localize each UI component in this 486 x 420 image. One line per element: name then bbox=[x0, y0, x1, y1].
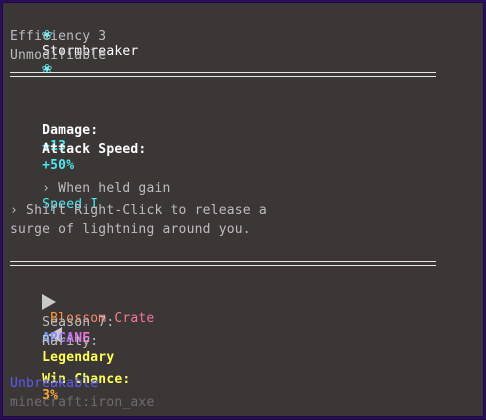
attack-speed-label: Attack Speed: bbox=[42, 142, 147, 157]
item-tooltip: ❀ Stormbreaker ❀ Efficiency 3 Unmodifiab… bbox=[0, 0, 486, 419]
shift-ability-line-1: › Shift Right-Click to release a bbox=[10, 203, 267, 218]
unbreakable-line: Unbreakable bbox=[10, 376, 99, 391]
separator bbox=[10, 265, 436, 266]
shift-ability-line-2: surge of lightning around you. bbox=[10, 222, 251, 237]
separator bbox=[10, 72, 436, 73]
separator bbox=[10, 76, 436, 77]
held-ability-text: › When held gain bbox=[42, 181, 171, 196]
item-id-line: minecraft:iron_axe bbox=[10, 395, 155, 410]
rarity-label: Rarity: bbox=[42, 334, 99, 349]
held-ability-row: › When held gain Speed I bbox=[10, 165, 171, 229]
separator bbox=[10, 261, 436, 262]
enchant-line: Efficiency 3 bbox=[10, 29, 107, 44]
modifiable-line: Unmodifiable bbox=[10, 48, 107, 63]
